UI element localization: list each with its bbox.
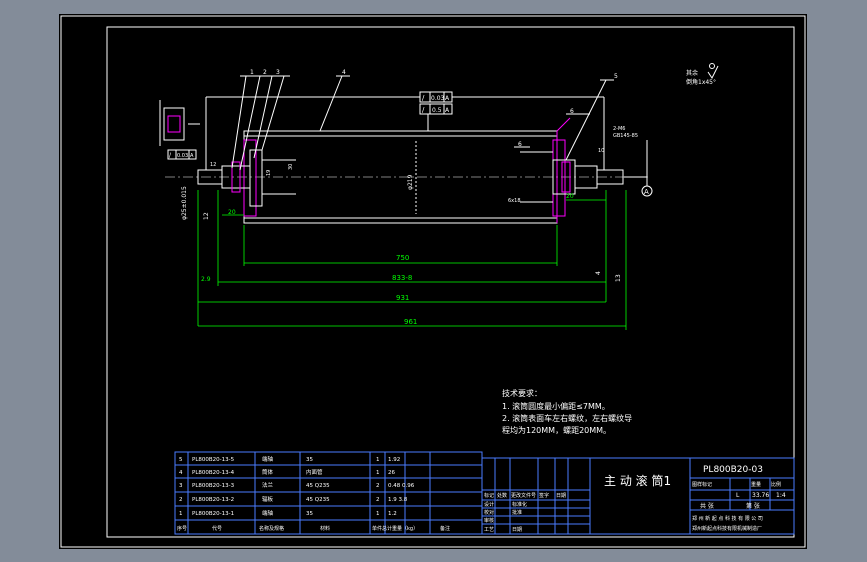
bom-cell-no: 4 <box>179 470 183 476</box>
notes-line-1: 1. 滚筒圆度最小偏距≤7MM。 <box>502 401 610 411</box>
svg-text:日期: 日期 <box>556 493 566 499</box>
bom-cell-q1: 1 <box>376 511 380 517</box>
svg-text:材料: 材料 <box>320 525 330 532</box>
bom-cell-q1: 2 <box>376 483 380 489</box>
bom-cell-qty: 35 <box>306 457 313 463</box>
bom-cell-no: 2 <box>179 497 183 503</box>
svg-text:A: A <box>644 188 649 196</box>
dim-13: 13 <box>615 274 622 282</box>
notes-line-3: 程均为120MM，螺距20MM。 <box>502 425 611 435</box>
design-label: 设计 <box>484 501 494 508</box>
svg-text:更改文件号: 更改文件号 <box>511 492 536 499</box>
bom-cell-q1: 2 <box>376 497 380 503</box>
bom-cell-w: 0.48 0.96 <box>388 483 415 489</box>
bom-cell-no: 3 <box>179 483 183 489</box>
svg-text:代号: 代号 <box>212 525 222 532</box>
dim-20b: 20 <box>566 193 574 200</box>
bom-cell-w: 1.2 <box>388 511 397 517</box>
bom-cell-w: 1.9 3.8 <box>388 497 408 503</box>
svg-text:0.03: 0.03 <box>177 153 188 159</box>
bom-cell-qty: 45 Q235 <box>306 483 330 489</box>
dim-2-9: 2.9 <box>201 276 211 283</box>
bom-cell-no: 1 <box>179 511 183 517</box>
bom-cell-w: 1.92 <box>388 457 400 463</box>
svg-text:签字: 签字 <box>539 492 549 499</box>
sheet-number: 第 张 <box>746 502 760 510</box>
thread-spec-std: GB145-85 <box>613 133 638 139</box>
svg-text:备注: 备注 <box>440 525 450 532</box>
svg-text:单件总计重量（kg）: 单件总计重量（kg） <box>372 525 418 532</box>
bom-cell-name: 筒体 <box>262 468 274 476</box>
process-label: 工艺 <box>484 527 494 533</box>
drawing-number: PL800B20-03 <box>703 465 763 475</box>
bom-cell-code: PL800B20-13-1 <box>192 511 234 517</box>
dim-tube-dia: φ219 <box>407 174 414 190</box>
bom-cell-qty: 45 Q235 <box>306 497 330 503</box>
standard-label: 标准化 <box>512 501 527 508</box>
svg-text:处数: 处数 <box>497 492 507 499</box>
callout-3: 3 <box>276 69 280 76</box>
callout-4: 4 <box>342 69 346 76</box>
part-name: 主 动 滚 筒1 <box>604 473 671 488</box>
svg-text:0.5: 0.5 <box>432 107 442 114</box>
bom-cell-code: PL800B20-13-2 <box>192 497 234 503</box>
dim-30: 30 <box>288 164 294 170</box>
bom-cell-name: 端轴 <box>262 509 274 517</box>
dim-shaft-dia: φ25±0.015 <box>181 186 188 220</box>
bom-cell-qty: 内面管 <box>306 468 323 476</box>
svg-text:0.03: 0.03 <box>431 95 445 102</box>
callout-5: 5 <box>614 73 618 80</box>
stage-label: 图样标记 <box>692 481 712 488</box>
approve-label: 批准 <box>512 509 522 516</box>
weight-label: 重量 <box>751 481 761 488</box>
bom-cell-name: 法兰 <box>262 481 274 489</box>
dim-19: 19 <box>266 170 272 176</box>
svg-text:名称及规格: 名称及规格 <box>259 525 284 532</box>
dim-12: 12 <box>203 212 210 220</box>
dim-bore: 6x18 <box>508 198 521 204</box>
svg-text:标记: 标记 <box>484 492 494 499</box>
callout-1: 1 <box>250 69 254 76</box>
dim-12b: 12 <box>210 162 216 168</box>
notes-line-2: 2. 滚筒表面车左右螺纹，左右螺纹导 <box>502 413 632 423</box>
date-label: 日期 <box>512 527 522 533</box>
svg-text:A: A <box>190 153 194 159</box>
dim-931: 931 <box>396 294 409 302</box>
sheets-total: 共 张 <box>700 502 714 510</box>
dim-10: 10 <box>598 148 604 154</box>
weight-value: 33.76 <box>752 492 769 499</box>
bom-cell-w: 26 <box>388 470 395 476</box>
scale-label: 比例 <box>771 481 781 488</box>
bom-cell-name: 辐板 <box>262 495 274 503</box>
bom-cell-code: PL800B20-13-4 <box>192 470 235 476</box>
dim-750: 750 <box>396 254 409 262</box>
bom-cell-code: PL800B20-13-3 <box>192 483 235 489</box>
review-label: 审核 <box>484 517 494 524</box>
scale-value: 1:4 <box>776 492 786 499</box>
cad-viewport: 1 2 3 4 5 / 0.03 A / 0.5 A / 0.03 A 其余 倒… <box>0 0 867 562</box>
notes-title: 技术要求： <box>502 388 542 398</box>
cad-drawing: 1 2 3 4 5 / 0.03 A / 0.5 A / 0.03 A 其余 倒… <box>59 14 807 549</box>
bom-cell-name: 端轴 <box>262 455 274 463</box>
bom-cell-code: PL800B20-13-5 <box>192 457 235 463</box>
company-name-1: 郑 州 新 起 点 科 技 有 限 公 司 <box>692 515 763 522</box>
dim-20: 20 <box>228 209 236 216</box>
svg-text:序号: 序号 <box>177 525 187 532</box>
thread-spec: 2-M6 <box>613 126 625 132</box>
company-name-2: 郑州新起点科技有限机械制造厂 <box>692 525 762 532</box>
callout-2: 2 <box>263 69 267 76</box>
dim-4: 4 <box>595 271 602 275</box>
svg-text:其余: 其余 <box>686 69 698 77</box>
check-label: 校对 <box>484 509 494 516</box>
bom-cell-q1: 1 <box>376 470 380 476</box>
dim-833: 833-8 <box>392 274 412 282</box>
svg-text:倒角1x45°: 倒角1x45° <box>686 78 716 86</box>
bom-cell-no: 5 <box>179 457 183 463</box>
bom-cell-q1: 1 <box>376 457 380 463</box>
dim-961: 961 <box>404 318 417 326</box>
bom-cell-qty: 35 <box>306 511 313 517</box>
